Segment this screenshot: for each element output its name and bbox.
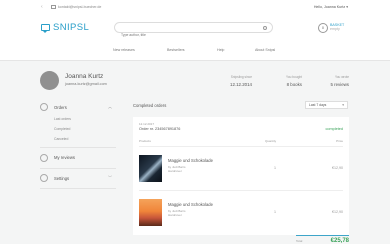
sidebar-item-orders[interactable]: Orders ︿ bbox=[40, 100, 116, 114]
stat-member-since: Snipsling since 12.12.2014 bbox=[230, 75, 252, 87]
top-bar: ‹ kontakt@snipsl-buecher.de Hello, Joann… bbox=[0, 0, 390, 14]
nav-new-releases[interactable]: New releases bbox=[113, 48, 135, 52]
stat-label: You wrote bbox=[334, 75, 349, 79]
column-header-products: Products bbox=[139, 139, 151, 143]
order-total: Total €25,78 bbox=[296, 235, 349, 244]
stat-label: You bought bbox=[285, 75, 302, 79]
book-title[interactable]: Maggie und Schokolade bbox=[168, 202, 213, 207]
logo-text: SNIPSL bbox=[53, 22, 90, 33]
book-cover-image[interactable] bbox=[139, 199, 162, 226]
cart-icon bbox=[40, 103, 48, 111]
book-title[interactable]: Maggie und Schokolade bbox=[168, 158, 213, 163]
review-icon bbox=[40, 153, 48, 162]
mail-icon bbox=[51, 5, 56, 9]
gear-icon bbox=[40, 174, 48, 182]
search-box[interactable] bbox=[114, 22, 273, 40]
site-header: SNIPSL 0 BASKET empty New releases Bests… bbox=[0, 14, 390, 61]
account-sidebar: Orders ︿ Last orders Completed Canceled … bbox=[40, 100, 116, 192]
item-price: €12,90 bbox=[332, 210, 343, 214]
page-title: Completed orders bbox=[133, 103, 167, 108]
sidebar-item-reviews[interactable]: My reviews bbox=[40, 151, 116, 165]
sidebar-item-label: Settings bbox=[54, 175, 70, 181]
total-divider bbox=[296, 235, 349, 236]
nav-bestsellers[interactable]: Bestsellers bbox=[167, 48, 185, 52]
nav-about[interactable]: About Snipsl bbox=[255, 48, 275, 52]
item-price: €12,90 bbox=[332, 166, 343, 170]
profile-name: Joanna Kurtz bbox=[65, 73, 104, 80]
stat-value: 12.12.2014 bbox=[230, 81, 252, 87]
book-format: Hardcover bbox=[168, 169, 182, 173]
nav-help[interactable]: Help bbox=[217, 48, 224, 52]
stat-value: 5 reviews bbox=[330, 81, 349, 87]
order-card: 12.12.2017 Order nr. 234567891876 comple… bbox=[133, 117, 349, 235]
book-format: Hardcover bbox=[168, 213, 182, 217]
table-row: Maggie und Schokolade by Judi Barrs Hard… bbox=[139, 146, 343, 189]
sidebar-item-label: Orders bbox=[54, 104, 67, 110]
profile-email: joanna.kurtz@gmail.com bbox=[65, 82, 107, 86]
stat-value: 8 books bbox=[286, 81, 302, 87]
date-range-select[interactable]: Last 7 days ▾ bbox=[305, 101, 348, 109]
sidebar-subitem-last-orders[interactable]: Last orders bbox=[40, 114, 116, 124]
item-quantity: 1 bbox=[274, 210, 276, 214]
back-icon[interactable]: ‹ bbox=[41, 4, 43, 10]
item-quantity: 1 bbox=[274, 166, 276, 170]
sidebar-item-settings[interactable]: Settings ﹀ bbox=[40, 171, 116, 185]
book-cover-image[interactable] bbox=[139, 155, 162, 182]
search-icon[interactable] bbox=[263, 25, 267, 30]
divider bbox=[40, 188, 116, 189]
sidebar-subitem-canceled[interactable]: Canceled bbox=[40, 134, 116, 144]
contact-email[interactable]: kontakt@snipsl-buecher.de bbox=[58, 5, 101, 9]
chevron-up-icon: ︿ bbox=[108, 104, 112, 109]
order-number[interactable]: Order nr. 234567891876 bbox=[139, 127, 180, 131]
user-greeting: Hello, Joanna Kurtz bbox=[313, 4, 346, 9]
search-input[interactable] bbox=[121, 30, 261, 40]
chevron-down-icon: ▾ bbox=[342, 103, 344, 107]
sidebar-subitem-completed[interactable]: Completed bbox=[40, 124, 116, 134]
basket-status: empty bbox=[330, 27, 340, 31]
column-header-quantity: Quantity bbox=[265, 139, 277, 143]
divider bbox=[40, 147, 116, 148]
table-row: Maggie und Schokolade by Judi Barrs Hard… bbox=[139, 190, 343, 233]
column-header-price: Price bbox=[336, 139, 343, 143]
logo[interactable]: SNIPSL bbox=[41, 22, 89, 33]
order-date: 12.12.2017 bbox=[139, 122, 155, 126]
divider bbox=[40, 167, 116, 168]
total-value: €25,78 bbox=[330, 237, 349, 244]
date-range-value: Last 7 days bbox=[309, 103, 327, 107]
user-menu[interactable]: Hello, Joanna Kurtz ▾ bbox=[314, 5, 348, 9]
total-label: Total bbox=[296, 239, 303, 243]
basket-button[interactable]: 0 BASKET empty bbox=[318, 23, 344, 33]
stat-books-bought: You bought 8 books bbox=[286, 75, 302, 87]
stat-label: Snipsling since bbox=[230, 75, 252, 79]
speech-bubble-icon bbox=[41, 24, 50, 33]
sidebar-item-label: My reviews bbox=[54, 155, 75, 160]
profile-summary: Joanna Kurtz joanna.kurtz@gmail.com Snip… bbox=[0, 62, 390, 96]
basket-icon: 0 bbox=[318, 23, 328, 33]
stat-reviews-written: You wrote 5 reviews bbox=[330, 75, 349, 87]
chevron-down-icon: ﹀ bbox=[108, 175, 112, 180]
status-badge: completed bbox=[325, 127, 343, 131]
chevron-down-icon: ▾ bbox=[346, 4, 348, 9]
avatar bbox=[40, 71, 59, 90]
